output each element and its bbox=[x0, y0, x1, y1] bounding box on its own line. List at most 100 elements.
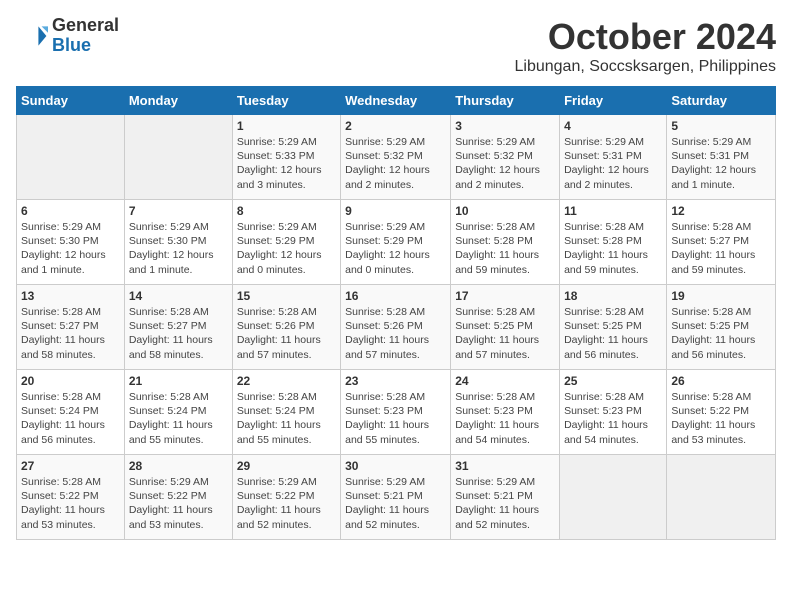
day-info: Sunrise: 5:29 AM Sunset: 5:22 PM Dayligh… bbox=[237, 475, 336, 532]
weekday-header-sunday: Sunday bbox=[17, 87, 125, 115]
day-number: 16 bbox=[345, 289, 446, 303]
week-row-2: 6Sunrise: 5:29 AM Sunset: 5:30 PM Daylig… bbox=[17, 200, 776, 285]
calendar-cell: 23 Sunrise: 5:28 AM Sunset: 5:23 PM Dayli… bbox=[341, 370, 451, 455]
title-block: October 2024 Libungan, Soccsksargen, Phi… bbox=[515, 16, 777, 76]
weekday-header-wednesday: Wednesday bbox=[341, 87, 451, 115]
day-number: 20 bbox=[21, 374, 120, 388]
calendar-cell: 30 Sunrise: 5:29 AM Sunset: 5:21 PM Dayli… bbox=[341, 455, 451, 540]
calendar-cell: 29 Sunrise: 5:29 AM Sunset: 5:22 PM Dayli… bbox=[232, 455, 340, 540]
calendar-cell: 3Sunrise: 5:29 AM Sunset: 5:32 PM Daylig… bbox=[451, 115, 560, 200]
day-info: Sunrise: 5:28 AM Sunset: 5:23 PM Dayligh… bbox=[564, 390, 662, 447]
day-info: Sunrise: 5:28 AM Sunset: 5:22 PM Dayligh… bbox=[21, 475, 120, 532]
day-number: 24 bbox=[455, 374, 555, 388]
calendar-cell: 28 Sunrise: 5:29 AM Sunset: 5:22 PM Dayli… bbox=[124, 455, 232, 540]
logo-line2: Blue bbox=[52, 36, 119, 56]
logo: General Blue bbox=[16, 16, 119, 56]
day-number: 17 bbox=[455, 289, 555, 303]
day-number: 28 bbox=[129, 459, 228, 473]
day-number: 30 bbox=[345, 459, 446, 473]
day-info: Sunrise: 5:29 AM Sunset: 5:29 PM Dayligh… bbox=[237, 220, 336, 277]
day-info: Sunrise: 5:29 AM Sunset: 5:32 PM Dayligh… bbox=[345, 135, 446, 192]
day-info: Sunrise: 5:29 AM Sunset: 5:31 PM Dayligh… bbox=[564, 135, 662, 192]
calendar-cell: 5 Sunrise: 5:29 AM Sunset: 5:31 PM Daylig… bbox=[667, 115, 776, 200]
calendar-cell: 24 Sunrise: 5:28 AM Sunset: 5:23 PM Dayli… bbox=[451, 370, 560, 455]
calendar-cell: 21Sunrise: 5:28 AM Sunset: 5:24 PM Dayli… bbox=[124, 370, 232, 455]
calendar-cell: 9Sunrise: 5:29 AM Sunset: 5:29 PM Daylig… bbox=[341, 200, 451, 285]
calendar-cell: 25Sunrise: 5:28 AM Sunset: 5:23 PM Dayli… bbox=[560, 370, 667, 455]
calendar-cell bbox=[17, 115, 125, 200]
calendar-cell: 1Sunrise: 5:29 AM Sunset: 5:33 PM Daylig… bbox=[232, 115, 340, 200]
day-number: 2 bbox=[345, 119, 446, 133]
calendar-cell: 11Sunrise: 5:28 AM Sunset: 5:28 PM Dayli… bbox=[560, 200, 667, 285]
calendar-cell: 17 Sunrise: 5:28 AM Sunset: 5:25 PM Dayli… bbox=[451, 285, 560, 370]
day-number: 26 bbox=[671, 374, 771, 388]
calendar-cell: 10 Sunrise: 5:28 AM Sunset: 5:28 PM Dayli… bbox=[451, 200, 560, 285]
weekday-header-saturday: Saturday bbox=[667, 87, 776, 115]
calendar-cell: 20 Sunrise: 5:28 AM Sunset: 5:24 PM Dayli… bbox=[17, 370, 125, 455]
calendar-cell: 31 Sunrise: 5:29 AM Sunset: 5:21 PM Dayli… bbox=[451, 455, 560, 540]
day-number: 4 bbox=[564, 119, 662, 133]
calendar-cell: 8Sunrise: 5:29 AM Sunset: 5:29 PM Daylig… bbox=[232, 200, 340, 285]
calendar-cell: 14 Sunrise: 5:28 AM Sunset: 5:27 PM Dayli… bbox=[124, 285, 232, 370]
weekday-header-monday: Monday bbox=[124, 87, 232, 115]
day-info: Sunrise: 5:28 AM Sunset: 5:23 PM Dayligh… bbox=[455, 390, 555, 447]
day-number: 10 bbox=[455, 204, 555, 218]
day-number: 31 bbox=[455, 459, 555, 473]
day-info: Sunrise: 5:28 AM Sunset: 5:26 PM Dayligh… bbox=[345, 305, 446, 362]
location: Libungan, Soccsksargen, Philippines bbox=[515, 58, 777, 76]
day-info: Sunrise: 5:29 AM Sunset: 5:32 PM Dayligh… bbox=[455, 135, 555, 192]
page-header: General Blue October 2024 Libungan, Socc… bbox=[16, 16, 776, 76]
day-number: 15 bbox=[237, 289, 336, 303]
weekday-header-row: SundayMondayTuesdayWednesdayThursdayFrid… bbox=[17, 87, 776, 115]
day-info: Sunrise: 5:29 AM Sunset: 5:22 PM Dayligh… bbox=[129, 475, 228, 532]
day-number: 23 bbox=[345, 374, 446, 388]
calendar-cell: 18 Sunrise: 5:28 AM Sunset: 5:25 PM Dayli… bbox=[560, 285, 667, 370]
day-number: 19 bbox=[671, 289, 771, 303]
day-info: Sunrise: 5:28 AM Sunset: 5:24 PM Dayligh… bbox=[237, 390, 336, 447]
logo-icon bbox=[16, 20, 48, 52]
day-info: Sunrise: 5:29 AM Sunset: 5:31 PM Dayligh… bbox=[671, 135, 771, 192]
week-row-5: 27 Sunrise: 5:28 AM Sunset: 5:22 PM Dayli… bbox=[17, 455, 776, 540]
day-info: Sunrise: 5:28 AM Sunset: 5:23 PM Dayligh… bbox=[345, 390, 446, 447]
calendar-cell: 16 Sunrise: 5:28 AM Sunset: 5:26 PM Dayli… bbox=[341, 285, 451, 370]
day-info: Sunrise: 5:28 AM Sunset: 5:24 PM Dayligh… bbox=[21, 390, 120, 447]
day-number: 27 bbox=[21, 459, 120, 473]
logo-line1: General bbox=[52, 16, 119, 36]
calendar-cell: 15 Sunrise: 5:28 AM Sunset: 5:26 PM Dayli… bbox=[232, 285, 340, 370]
calendar-cell: 4 Sunrise: 5:29 AM Sunset: 5:31 PM Daylig… bbox=[560, 115, 667, 200]
day-info: Sunrise: 5:29 AM Sunset: 5:29 PM Dayligh… bbox=[345, 220, 446, 277]
day-info: Sunrise: 5:28 AM Sunset: 5:25 PM Dayligh… bbox=[455, 305, 555, 362]
calendar-cell bbox=[560, 455, 667, 540]
weekday-header-friday: Friday bbox=[560, 87, 667, 115]
day-info: Sunrise: 5:28 AM Sunset: 5:25 PM Dayligh… bbox=[671, 305, 771, 362]
day-number: 7 bbox=[129, 204, 228, 218]
day-info: Sunrise: 5:29 AM Sunset: 5:30 PM Dayligh… bbox=[21, 220, 120, 277]
month-title: October 2024 bbox=[515, 16, 777, 58]
week-row-3: 13Sunrise: 5:28 AM Sunset: 5:27 PM Dayli… bbox=[17, 285, 776, 370]
calendar-cell: 22 Sunrise: 5:28 AM Sunset: 5:24 PM Dayli… bbox=[232, 370, 340, 455]
calendar-cell: 12Sunrise: 5:28 AM Sunset: 5:27 PM Dayli… bbox=[667, 200, 776, 285]
calendar-cell: 6Sunrise: 5:29 AM Sunset: 5:30 PM Daylig… bbox=[17, 200, 125, 285]
day-number: 18 bbox=[564, 289, 662, 303]
day-number: 22 bbox=[237, 374, 336, 388]
day-number: 29 bbox=[237, 459, 336, 473]
week-row-1: 1Sunrise: 5:29 AM Sunset: 5:33 PM Daylig… bbox=[17, 115, 776, 200]
day-info: Sunrise: 5:29 AM Sunset: 5:21 PM Dayligh… bbox=[455, 475, 555, 532]
day-info: Sunrise: 5:28 AM Sunset: 5:22 PM Dayligh… bbox=[671, 390, 771, 447]
day-info: Sunrise: 5:28 AM Sunset: 5:28 PM Dayligh… bbox=[564, 220, 662, 277]
day-info: Sunrise: 5:28 AM Sunset: 5:24 PM Dayligh… bbox=[129, 390, 228, 447]
day-info: Sunrise: 5:28 AM Sunset: 5:28 PM Dayligh… bbox=[455, 220, 555, 277]
calendar-cell: 19 Sunrise: 5:28 AM Sunset: 5:25 PM Dayli… bbox=[667, 285, 776, 370]
day-number: 5 bbox=[671, 119, 771, 133]
day-info: Sunrise: 5:28 AM Sunset: 5:27 PM Dayligh… bbox=[129, 305, 228, 362]
day-info: Sunrise: 5:28 AM Sunset: 5:25 PM Dayligh… bbox=[564, 305, 662, 362]
day-number: 14 bbox=[129, 289, 228, 303]
day-info: Sunrise: 5:29 AM Sunset: 5:21 PM Dayligh… bbox=[345, 475, 446, 532]
calendar-cell: 27 Sunrise: 5:28 AM Sunset: 5:22 PM Dayli… bbox=[17, 455, 125, 540]
day-info: Sunrise: 5:29 AM Sunset: 5:33 PM Dayligh… bbox=[237, 135, 336, 192]
day-info: Sunrise: 5:28 AM Sunset: 5:27 PM Dayligh… bbox=[671, 220, 771, 277]
calendar-cell: 2 Sunrise: 5:29 AM Sunset: 5:32 PM Daylig… bbox=[341, 115, 451, 200]
day-info: Sunrise: 5:29 AM Sunset: 5:30 PM Dayligh… bbox=[129, 220, 228, 277]
calendar-table: SundayMondayTuesdayWednesdayThursdayFrid… bbox=[16, 86, 776, 540]
day-info: Sunrise: 5:28 AM Sunset: 5:26 PM Dayligh… bbox=[237, 305, 336, 362]
